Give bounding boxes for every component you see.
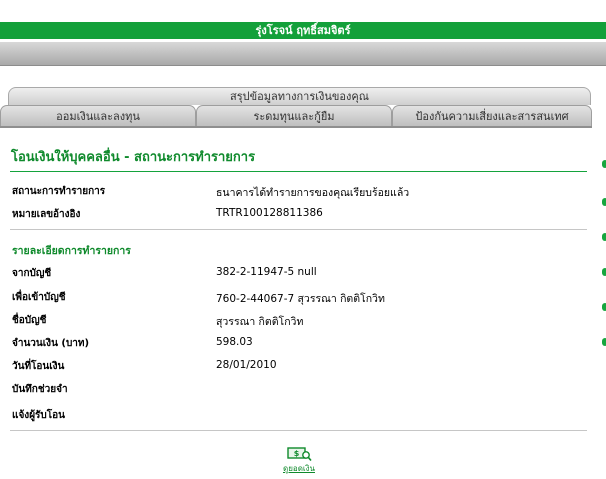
from-account-value: 382-2-11947-5 null	[216, 266, 317, 278]
account-name-label: ชื่อบัญชี	[12, 315, 47, 326]
page-title: โอนเงินให้บุคคลอื่น - สถานะการทำรายการ	[11, 150, 256, 165]
transfer-date-label: วันที่โอนเงิน	[12, 361, 65, 372]
memo-label: บันทึกช่วยจำ	[12, 384, 68, 395]
amount-value: 598.03	[216, 336, 253, 348]
reference-value: TRTR100128811386	[216, 207, 323, 219]
svg-text:$: $	[294, 449, 300, 458]
from-account-label: จากบัญชี	[12, 268, 52, 279]
tab-risk-protection-info[interactable]: ป้องกันความเสี่ยงและสารสนเทศ	[392, 105, 592, 127]
account-name-value: สุวรรณา กิตติโกวิท	[216, 316, 304, 328]
right-edge-marker	[602, 268, 606, 276]
tab-financial-summary[interactable]: สรุปข้อมูลทางการเงินของคุณ	[8, 87, 591, 105]
tab-savings-investment[interactable]: ออมเงินและลงทุน	[0, 105, 196, 127]
transfer-date-value: 28/01/2010	[216, 359, 277, 371]
view-balance-button[interactable]: $ ดูยอดเงิน	[279, 446, 319, 476]
tab-funding-loans[interactable]: ระดมทุนและกู้ยืม	[196, 105, 392, 127]
amount-label: จำนวนเงิน (บาท)	[12, 338, 90, 349]
details-divider	[10, 430, 587, 431]
right-edge-marker	[602, 303, 606, 311]
to-account-value: 760-2-44067-7 สุวรรณา กิตติโกวิท	[216, 293, 385, 305]
reference-label: หมายเลขอ้างอิง	[12, 209, 81, 220]
navigation-bar	[0, 42, 606, 66]
details-section-title: รายละเอียดการทำรายการ	[12, 245, 131, 257]
right-edge-marker	[602, 338, 606, 346]
top-blank-area	[0, 0, 606, 22]
user-name-banner: รุ่งโรจน์ ฤทธิ์สมจิตร์	[0, 22, 606, 39]
right-edge-marker	[602, 160, 606, 168]
right-edge-marker	[602, 233, 606, 241]
title-divider	[10, 171, 587, 172]
status-divider	[10, 229, 587, 230]
to-account-label: เพื่อเข้าบัญชี	[12, 292, 66, 303]
right-edge-marker	[602, 198, 606, 206]
status-label: สถานะการทำรายการ	[12, 186, 106, 197]
money-search-icon: $	[287, 447, 312, 462]
main-tabs: ออมเงินและลงทุน ระดมทุนและกู้ยืม ป้องกัน…	[0, 105, 592, 127]
view-balance-label[interactable]: ดูยอดเงิน	[279, 464, 319, 474]
tab-underline	[0, 126, 592, 128]
status-value: ธนาคารได้ทำรายการของคุณเรียบร้อยแล้ว	[216, 187, 410, 199]
notify-recipient-label: แจ้งผู้รับโอน	[12, 410, 65, 421]
